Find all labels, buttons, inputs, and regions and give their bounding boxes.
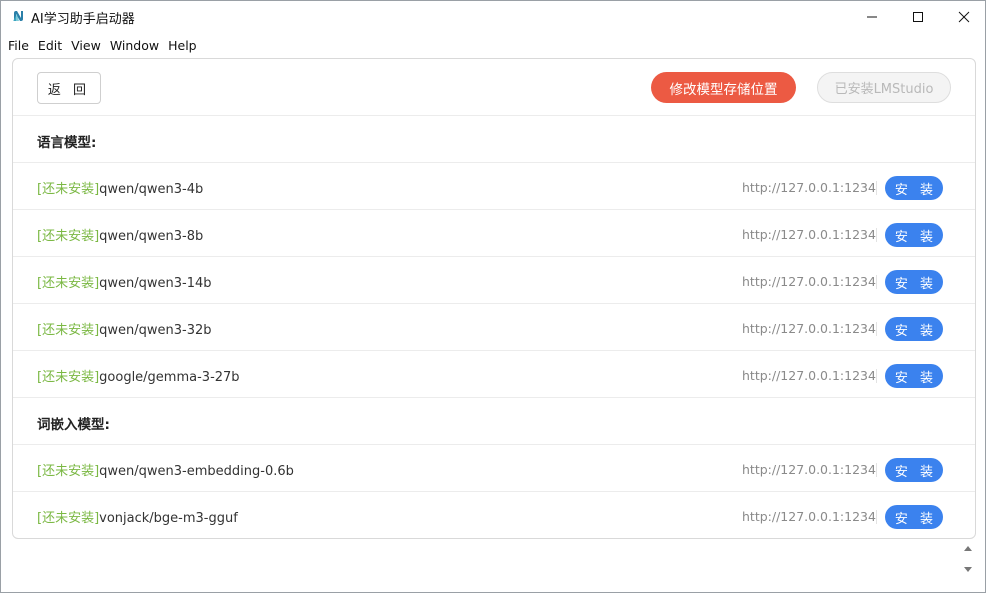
install-status: [还未安装] [37,370,100,385]
model-name: [还未安装]qwen/qwen3-32b [37,319,212,338]
maximize-button[interactable] [895,1,941,32]
divider [876,275,877,289]
divider [876,369,877,383]
install-button[interactable]: 安 装 [885,364,943,388]
model-id: qwen/qwen3-32b [99,323,212,338]
model-row: [还未安装]vonjack/bge-m3-gguf http://127.0.0… [13,492,975,538]
toolbar: 返 回 修改模型存储位置 已安装LMStudio [13,59,975,116]
section-title: 语言模型: [37,135,97,151]
model-row: [还未安装]qwen/qwen3-4b http://127.0.0.1:123… [13,163,975,210]
menu-bar: File Edit View Window Help [1,34,199,56]
section-header-embedding-models: 词嵌入模型: [13,398,975,445]
app-logo-icon [13,11,23,21]
scroll-up-arrow-icon[interactable] [962,542,974,554]
section-header-language-models: 语言模型: [13,116,975,163]
model-id: google/gemma-3-27b [99,370,240,385]
divider [876,181,877,195]
server-url: http://127.0.0.1:1234 [742,368,876,383]
close-icon [958,11,970,22]
model-id: qwen/qwen3-14b [99,276,212,291]
model-id: qwen/qwen3-8b [99,229,204,244]
divider [876,322,877,336]
model-name: [还未安装]qwen/qwen3-4b [37,178,203,197]
model-name: [还未安装]google/gemma-3-27b [37,366,240,385]
modify-storage-location-button[interactable]: 修改模型存储位置 [651,72,796,103]
divider [876,463,877,477]
close-button[interactable] [941,1,986,32]
install-button[interactable]: 安 装 [885,458,943,482]
install-button[interactable]: 安 装 [885,505,943,529]
maximize-icon [913,11,923,22]
model-row: [还未安装]google/gemma-3-27b http://127.0.0.… [13,351,975,398]
window-title: AI学习助手启动器 [31,12,135,27]
install-status: [还未安装] [37,323,100,338]
install-status: [还未安装] [37,276,100,291]
install-status: [还未安装] [37,229,100,244]
menu-window[interactable]: Window [103,34,159,56]
server-url: http://127.0.0.1:1234 [742,509,876,524]
model-id: vonjack/bge-m3-gguf [99,511,238,526]
model-list-card: 返 回 修改模型存储位置 已安装LMStudio 语言模型: [还未安装]qwe… [12,58,976,539]
app-window: AI学习助手启动器 File Edit View Window Help 返 回… [0,0,986,593]
menu-help[interactable]: Help [161,34,197,56]
lmstudio-installed-button: 已安装LMStudio [817,72,951,103]
model-name: [还未安装]vonjack/bge-m3-gguf [37,507,238,526]
install-status: [还未安装] [37,182,100,197]
back-button[interactable]: 返 回 [37,72,101,104]
divider [876,510,877,524]
model-name: [还未安装]qwen/qwen3-8b [37,225,203,244]
install-status: [还未安装] [37,511,100,526]
install-button[interactable]: 安 装 [885,223,943,247]
section-title: 词嵌入模型: [37,417,110,433]
install-button[interactable]: 安 装 [885,317,943,341]
install-status: [还未安装] [37,464,100,479]
server-url: http://127.0.0.1:1234 [742,180,876,195]
model-row: [还未安装]qwen/qwen3-embedding-0.6b http://1… [13,445,975,492]
install-button[interactable]: 安 装 [885,176,943,200]
menu-view[interactable]: View [64,34,101,56]
model-id: qwen/qwen3-4b [99,182,204,197]
server-url: http://127.0.0.1:1234 [742,462,876,477]
model-row: [还未安装]qwen/qwen3-14b http://127.0.0.1:12… [13,257,975,304]
server-url: http://127.0.0.1:1234 [742,321,876,336]
server-url: http://127.0.0.1:1234 [742,227,876,242]
model-id: qwen/qwen3-embedding-0.6b [99,464,294,479]
server-url: http://127.0.0.1:1234 [742,274,876,289]
minimize-icon [867,16,877,17]
menu-edit[interactable]: Edit [31,34,62,56]
divider [876,228,877,242]
scroll-down-arrow-icon[interactable] [962,564,974,576]
minimize-button[interactable] [849,1,895,32]
model-row: [还未安装]qwen/qwen3-8b http://127.0.0.1:123… [13,210,975,257]
menu-file[interactable]: File [1,34,29,56]
model-row: [还未安装]qwen/qwen3-32b http://127.0.0.1:12… [13,304,975,351]
model-name: [还未安装]qwen/qwen3-embedding-0.6b [37,460,294,479]
title-bar: AI学习助手启动器 [1,1,985,32]
install-button[interactable]: 安 装 [885,270,943,294]
model-name: [还未安装]qwen/qwen3-14b [37,272,212,291]
